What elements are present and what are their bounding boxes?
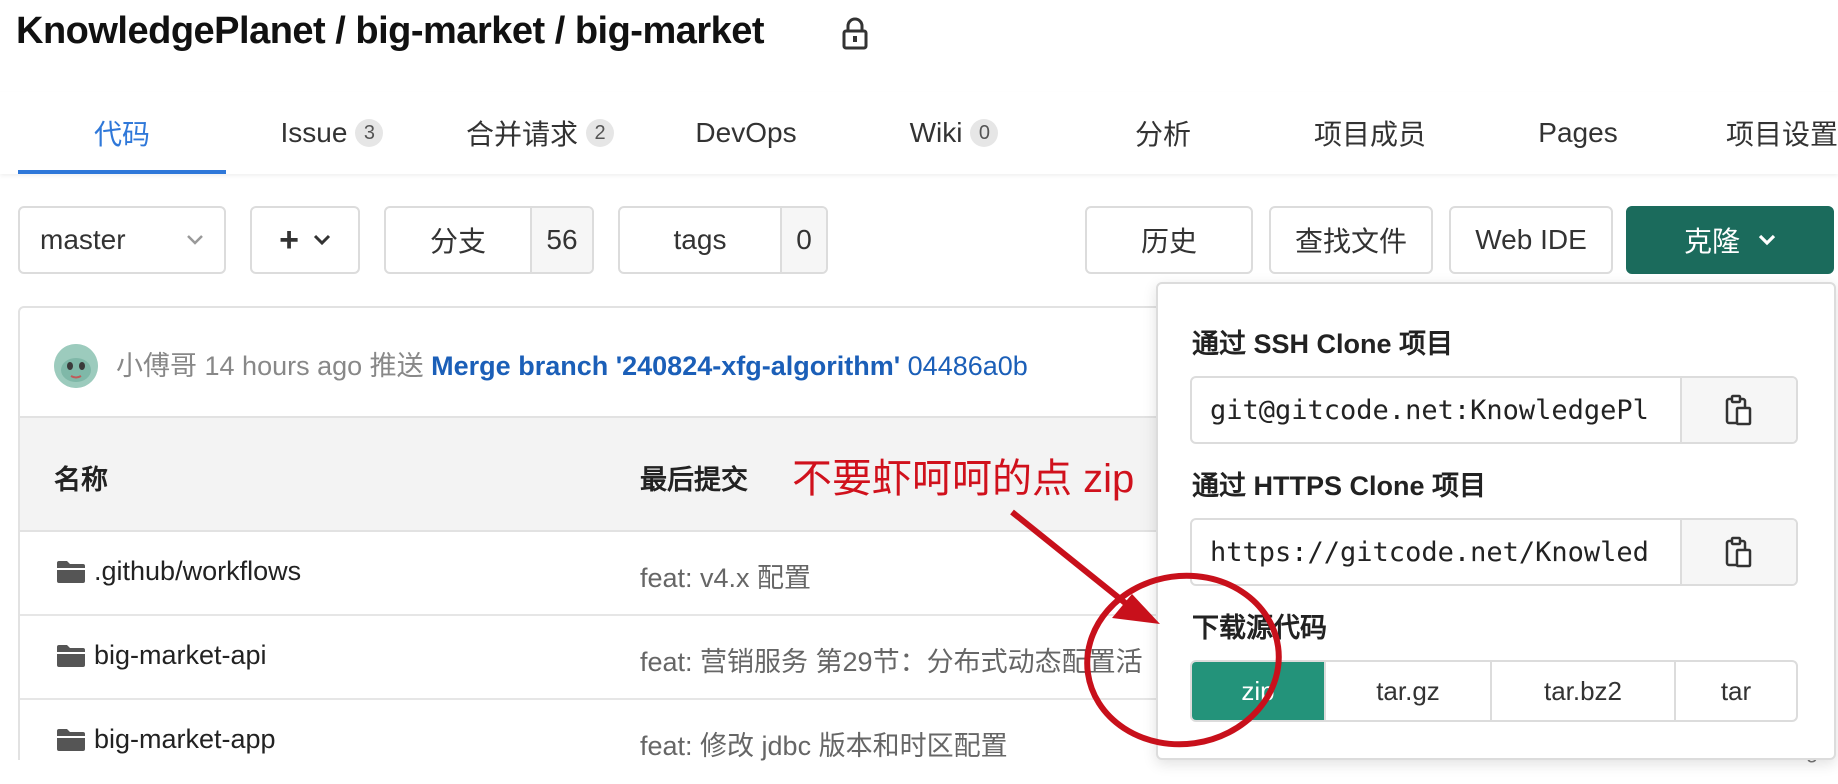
tab-analytics[interactable]: 分析 (1128, 92, 1198, 174)
tags-label: tags (673, 224, 727, 255)
issue-count-badge: 3 (355, 119, 384, 147)
project-nav-tabs: 代码 Issue 3 合并请求 2 DevOps Wiki 0 分析 项目成员 … (0, 92, 1838, 174)
download-tar-gz-button[interactable]: tar.gz (1324, 662, 1490, 720)
commit-summary: 小傅哥 14 hours ago 推送 Merge branch '240824… (116, 344, 1028, 383)
tab-pages[interactable]: Pages (1532, 92, 1624, 174)
ssh-clone-label: 通过 SSH Clone 项目 (1192, 329, 1454, 359)
tags-button[interactable]: tags 0 (618, 206, 828, 274)
tab-label: 代码 (93, 119, 150, 150)
find-file-button[interactable]: 查找文件 (1269, 206, 1433, 274)
branches-label: 分支 (429, 226, 486, 257)
file-commit-message[interactable]: feat: 营销服务 第29节：分布式动态配置活 (640, 640, 1143, 679)
clipboard-icon (1725, 394, 1752, 426)
tab-issue[interactable]: Issue 3 (266, 92, 398, 174)
tab-label: 项目设置 (1726, 119, 1838, 150)
download-tar-bz2-button[interactable]: tar.bz2 (1490, 662, 1674, 720)
download-source-label: 下载源代码 (1192, 613, 1327, 643)
file-name-link[interactable]: .github/workflows (94, 556, 301, 587)
commit-author[interactable]: 小傅哥 (116, 351, 197, 381)
last-commit-panel: 小傅哥 14 hours ago 推送 Merge branch '240824… (18, 306, 1188, 418)
lock-icon (842, 17, 868, 50)
clone-dropdown: 通过 SSH Clone 项目 git@gitcode.net:Knowledg… (1156, 282, 1836, 760)
https-clone-field: https://gitcode.net/Knowled (1190, 518, 1798, 586)
table-row[interactable]: big-market-app feat: 修改 jdbc 版本和时区配置 (20, 700, 1190, 784)
web-ide-button[interactable]: Web IDE (1449, 206, 1613, 274)
commit-sha-link[interactable]: 04486a0b (908, 351, 1028, 381)
table-row[interactable]: big-market-api feat: 营销服务 第29节：分布式动态配置活 (20, 616, 1190, 700)
copy-ssh-url-button[interactable] (1680, 378, 1796, 442)
avatar[interactable] (54, 344, 98, 388)
ssh-clone-field: git@gitcode.net:KnowledgePl (1190, 376, 1798, 444)
commit-message-link[interactable]: Merge branch '240824-xfg-algorithm' (431, 351, 900, 381)
download-zip-button[interactable]: zip (1192, 662, 1324, 720)
https-clone-label: 通过 HTTPS Clone 项目 (1192, 471, 1487, 501)
file-name-link[interactable]: big-market-app (94, 724, 276, 755)
commit-action: 推送 (369, 351, 424, 381)
https-url-input[interactable]: https://gitcode.net/Knowled (1192, 520, 1680, 584)
tab-label: 分析 (1134, 119, 1191, 150)
tab-label: Issue (280, 117, 348, 148)
merge-request-count-badge: 2 (586, 119, 614, 147)
branches-count: 56 (530, 208, 592, 272)
tab-label: DevOps (695, 117, 797, 148)
add-dropdown-button[interactable]: + (250, 206, 360, 274)
chevron-down-icon (187, 235, 203, 245)
tab-devops[interactable]: DevOps (690, 92, 802, 174)
column-header-last-commit: 最后提交 (640, 465, 748, 495)
wiki-count-badge: 0 (970, 119, 999, 147)
file-name-link[interactable]: big-market-api (94, 640, 267, 671)
tab-merge-requests[interactable]: 合并请求 2 (456, 92, 624, 174)
folder-icon (57, 645, 85, 667)
tab-code[interactable]: 代码 (18, 92, 226, 174)
copy-https-url-button[interactable] (1680, 520, 1796, 584)
branch-select[interactable]: master (18, 206, 226, 274)
file-commit-message[interactable]: feat: v4.x 配置 (640, 556, 811, 595)
tab-members[interactable]: 项目成员 (1310, 92, 1430, 174)
tab-wiki[interactable]: Wiki 0 (900, 92, 1008, 174)
download-tar-button[interactable]: tar (1674, 662, 1796, 720)
folder-icon (57, 561, 85, 583)
download-format-group: zip tar.gz tar.bz2 tar (1190, 660, 1798, 722)
tab-label: 项目成员 (1313, 119, 1426, 150)
clone-label: 克隆 (1683, 226, 1740, 257)
file-commit-message[interactable]: feat: 修改 jdbc 版本和时区配置 (640, 724, 1008, 763)
clipboard-icon (1725, 536, 1752, 568)
branches-button[interactable]: 分支 56 (384, 206, 594, 274)
avatar-image (54, 344, 98, 388)
tab-label: Pages (1538, 117, 1618, 148)
folder-icon (57, 729, 85, 751)
chevron-down-icon (313, 234, 330, 246)
page-title: KnowledgePlanet / big-market / big-marke… (16, 10, 765, 52)
tab-label: 合并请求 (465, 119, 578, 150)
branch-name: master (40, 224, 126, 255)
chevron-down-icon (1758, 234, 1776, 246)
ssh-url-input[interactable]: git@gitcode.net:KnowledgePl (1192, 378, 1680, 442)
history-button[interactable]: 历史 (1085, 206, 1253, 274)
tab-settings[interactable]: 项目设置 (1726, 92, 1838, 174)
tab-label: Wiki (909, 117, 963, 148)
tags-count: 0 (780, 208, 826, 272)
table-row[interactable]: .github/workflows feat: v4.x 配置 (20, 532, 1190, 616)
clone-button[interactable]: 克隆 (1626, 206, 1834, 274)
annotation-text: 不要虾呵呵的点 zip (792, 457, 1135, 501)
column-header-name: 名称 (54, 465, 108, 495)
commit-time: 14 hours ago (204, 351, 363, 381)
plus-icon: + (279, 220, 299, 259)
